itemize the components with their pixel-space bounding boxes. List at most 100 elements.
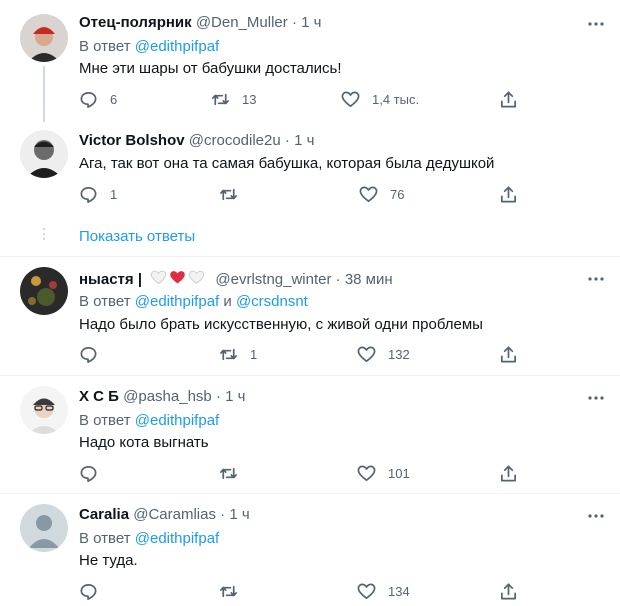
avatar[interactable] — [20, 267, 68, 315]
avatar[interactable] — [20, 130, 68, 178]
mention-link[interactable]: @edithpifpaf — [135, 293, 219, 310]
share-button[interactable] — [499, 184, 518, 204]
tweet[interactable]: Caralia @Caramlias · 1 ч В ответ @edithp… — [0, 494, 620, 606]
tweet[interactable]: Х С Б @pasha_hsb · 1 ч В ответ @edithpif… — [0, 376, 620, 493]
mention-link[interactable]: @edithpifpaf — [135, 530, 219, 547]
share-icon — [500, 583, 517, 599]
reply-button[interactable] — [79, 463, 110, 483]
reply-prefix: В ответ — [79, 293, 131, 310]
timestamp[interactable]: 1 ч — [301, 14, 321, 31]
share-icon — [500, 91, 517, 107]
tweet-text: Надо кота выгнать — [79, 434, 209, 451]
retweet-button[interactable] — [219, 184, 250, 204]
retweet-count: 13 — [242, 91, 257, 107]
avatar-image-icon — [20, 130, 68, 178]
tweet-header: Х С Б @pasha_hsb · 1 ч — [79, 388, 245, 405]
reply-count: 1 — [110, 186, 118, 202]
tweet[interactable]: Victor Bolshov @crocodile2u · 1 ч Ага, т… — [0, 120, 620, 220]
share-button[interactable] — [499, 581, 518, 601]
reply-context: В ответ @edithpifpaf — [79, 530, 219, 547]
heart-icon — [357, 346, 376, 362]
reply-prefix: В ответ — [79, 412, 131, 429]
separator: · — [335, 271, 341, 288]
timestamp[interactable]: 1 ч — [225, 388, 245, 405]
share-button[interactable] — [499, 89, 518, 109]
reply-prefix: В ответ — [79, 530, 131, 547]
retweet-icon — [220, 467, 237, 479]
like-button[interactable]: 101 — [357, 463, 410, 483]
like-button[interactable]: 132 — [357, 344, 410, 364]
separator: · — [284, 132, 290, 149]
heart-icon — [341, 91, 360, 107]
show-replies-link[interactable]: Показать ответы — [79, 228, 195, 245]
like-count: 76 — [390, 186, 405, 202]
like-button[interactable]: 134 — [357, 581, 410, 601]
share-icon — [500, 465, 517, 481]
more-options-icon[interactable] — [586, 14, 606, 34]
retweet-icon — [220, 348, 237, 360]
tweet-text: Не туда. — [79, 552, 138, 569]
author-handle[interactable]: @Den_Muller — [196, 14, 288, 31]
retweet-button[interactable] — [219, 581, 250, 601]
retweet-icon — [212, 93, 229, 105]
red-heart-icon — [170, 271, 185, 284]
avatar[interactable] — [20, 386, 68, 434]
more-options-icon[interactable] — [586, 388, 606, 408]
share-icon — [500, 186, 517, 202]
reply-button[interactable]: 1 — [79, 184, 117, 204]
reply-prefix: В ответ — [79, 38, 131, 55]
reply-joiner: и — [223, 293, 232, 310]
avatar-image-icon — [20, 14, 68, 62]
reply-icon — [80, 91, 97, 108]
more-options-icon[interactable] — [586, 506, 606, 526]
avatar-image-icon — [20, 386, 68, 434]
like-button[interactable]: 1,4 тыс. — [341, 89, 419, 109]
author-name[interactable]: Отец-полярник — [79, 14, 192, 31]
timestamp[interactable]: 1 ч — [294, 132, 314, 149]
author-handle[interactable]: @evrlstng_winter — [215, 271, 331, 288]
tweet-actions: 101 — [79, 463, 519, 483]
like-button[interactable]: 76 — [359, 184, 404, 204]
author-name[interactable]: ныастя | — [79, 271, 142, 288]
share-button[interactable] — [499, 344, 518, 364]
mention-link[interactable]: @edithpifpaf — [135, 38, 219, 55]
retweet-button[interactable]: 13 — [211, 89, 256, 109]
tweet[interactable]: ныастя | @evrlstng_winter · 38 мин В отв… — [0, 257, 620, 375]
retweet-count: 1 — [250, 346, 258, 362]
author-name[interactable]: Caralia — [79, 506, 129, 523]
retweet-button[interactable] — [219, 463, 250, 483]
author-name[interactable]: Х С Б — [79, 388, 119, 405]
more-options-icon[interactable] — [586, 269, 606, 289]
tweet-actions: 6 13 1,4 тыс. — [79, 89, 519, 109]
retweet-button[interactable]: 1 — [219, 344, 257, 364]
reply-icon — [80, 346, 97, 363]
author-handle[interactable]: @pasha_hsb — [123, 388, 212, 405]
mention-link[interactable]: @edithpifpaf — [135, 412, 219, 429]
avatar[interactable] — [20, 504, 68, 552]
author-handle[interactable]: @Caramlias — [133, 506, 216, 523]
reply-context: В ответ @edithpifpaf — [79, 412, 219, 429]
author-name[interactable]: Victor Bolshov — [79, 132, 185, 149]
tweet[interactable]: Отец-полярник @Den_Muller · 1 ч В ответ … — [0, 0, 620, 122]
heart-icon — [359, 186, 378, 202]
tweet-text: Ага, так вот она та самая бабушка, котор… — [79, 155, 495, 172]
share-icon — [500, 346, 517, 362]
share-button[interactable] — [499, 463, 518, 483]
avatar[interactable] — [20, 14, 68, 62]
timestamp[interactable]: 1 ч — [229, 506, 249, 523]
reply-icon — [80, 186, 97, 203]
author-handle[interactable]: @crocodile2u — [189, 132, 281, 149]
name-emoji — [150, 269, 207, 286]
heart-icon — [357, 583, 376, 599]
separator: · — [215, 388, 221, 405]
like-count: 132 — [388, 346, 410, 362]
reply-button[interactable] — [79, 344, 110, 364]
reply-icon — [80, 583, 97, 600]
retweet-icon — [220, 585, 237, 597]
reply-button[interactable]: 6 — [79, 89, 117, 109]
separator: · — [291, 14, 297, 31]
tweet-header: ныастя | @evrlstng_winter · 38 мин — [79, 269, 393, 288]
mention-link[interactable]: @crsdnsnt — [236, 293, 308, 310]
reply-button[interactable] — [79, 581, 110, 601]
timestamp[interactable]: 38 мин — [345, 271, 393, 288]
